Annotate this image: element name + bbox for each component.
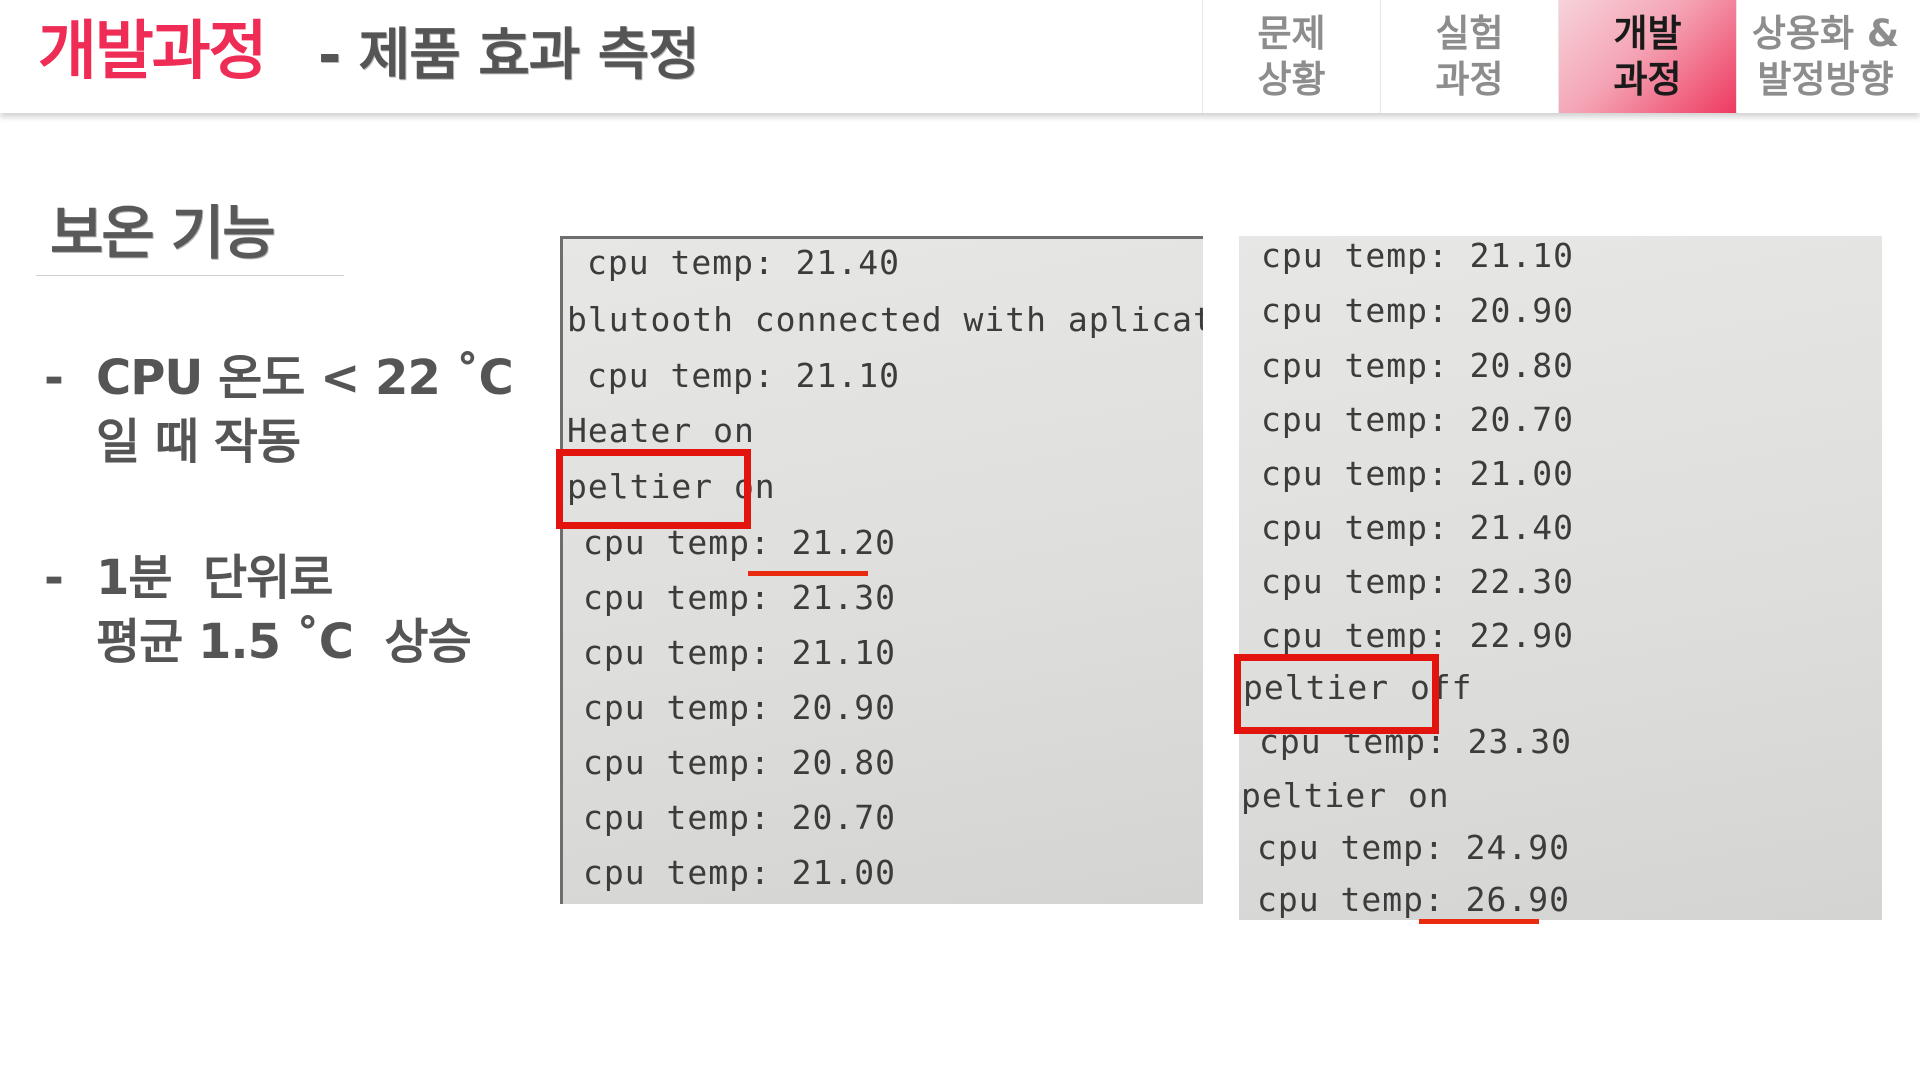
log-line: blutooth connected with aplication (567, 300, 1203, 339)
log-line: cpu temp: 20.80 (1261, 346, 1575, 385)
underline-temp-value (748, 571, 868, 576)
tab-problem-label: 문제 상황 (1257, 11, 1326, 101)
log-line: cpu temp: 21.00 (1261, 454, 1575, 493)
log-line: cpu temp: 22.30 (1261, 562, 1575, 601)
log-line: cpu temp: 20.90 (583, 688, 897, 727)
log-line: cpu temp: 22.90 (1261, 616, 1575, 655)
highlight-box-peltier-off (1234, 654, 1439, 734)
tab-development-label: 개발 과정 (1613, 11, 1682, 101)
log-line: cpu temp: 21.40 (1261, 508, 1575, 547)
log-line: cpu temp: 21.00 (583, 853, 897, 892)
page-title: 개발과정 (38, 15, 268, 89)
tab-development[interactable]: 개발 과정 (1558, 0, 1736, 113)
tab-experiment-label: 실험 과정 (1435, 11, 1504, 101)
highlight-box-peltier-on (556, 449, 751, 529)
tab-problem[interactable]: 문제 상황 (1202, 0, 1380, 113)
log-line: cpu temp: 20.90 (1261, 291, 1575, 330)
log-line: cpu temp: 20.70 (583, 798, 897, 837)
log-line: cpu temp: 21.10 (587, 356, 901, 395)
bullet-text: 1분 단위로 평균 1.5 ˚C 상승 (96, 550, 472, 670)
page-header: 개발과정 - 제품 효과 측정 문제 상황 실험 과정 개발 과정 상용화 & … (0, 0, 1920, 113)
log-line: cpu temp: 21.20 (583, 523, 897, 562)
bullet-text: CPU 온도 < 22 ˚C 일 때 작동 (96, 350, 514, 470)
tab-commercialization[interactable]: 상용화 & 발정방향 (1736, 0, 1914, 113)
log-line: cpu temp: 21.40 (587, 243, 901, 282)
log-line: cpu temp: 20.80 (583, 743, 897, 782)
log-line: Heater on (567, 411, 755, 450)
section-divider (36, 275, 344, 276)
log-line: cpu temp: 21.10 (583, 633, 897, 672)
log-line: cpu temp: 21.30 (583, 578, 897, 617)
bullet-dash: - (44, 550, 64, 606)
section-nav: 문제 상황 실험 과정 개발 과정 상용화 & 발정방향 (1202, 0, 1914, 113)
serial-log-photo-right: cpu temp: 21.10 cpu temp: 20.90 cpu temp… (1239, 236, 1882, 920)
log-line: cpu temp: 20.70 (1261, 400, 1575, 439)
page-subtitle: - 제품 효과 측정 (318, 23, 700, 88)
log-line: peltier on (1241, 776, 1450, 815)
log-line: cpu temp: 24.90 (1257, 828, 1571, 867)
section-title: 보온 기능 (50, 199, 276, 267)
log-line: cpu temp: 21.10 (1261, 236, 1575, 275)
tab-commercialization-label: 상용화 & 발정방향 (1751, 11, 1900, 101)
underline-temp-value (1419, 919, 1539, 924)
tab-experiment[interactable]: 실험 과정 (1380, 0, 1558, 113)
bullet-dash: - (44, 350, 64, 406)
log-line: cpu temp: 26.90 (1257, 880, 1571, 919)
serial-log-photo-left: cpu temp: 21.40 blutooth connected with … (560, 236, 1203, 904)
